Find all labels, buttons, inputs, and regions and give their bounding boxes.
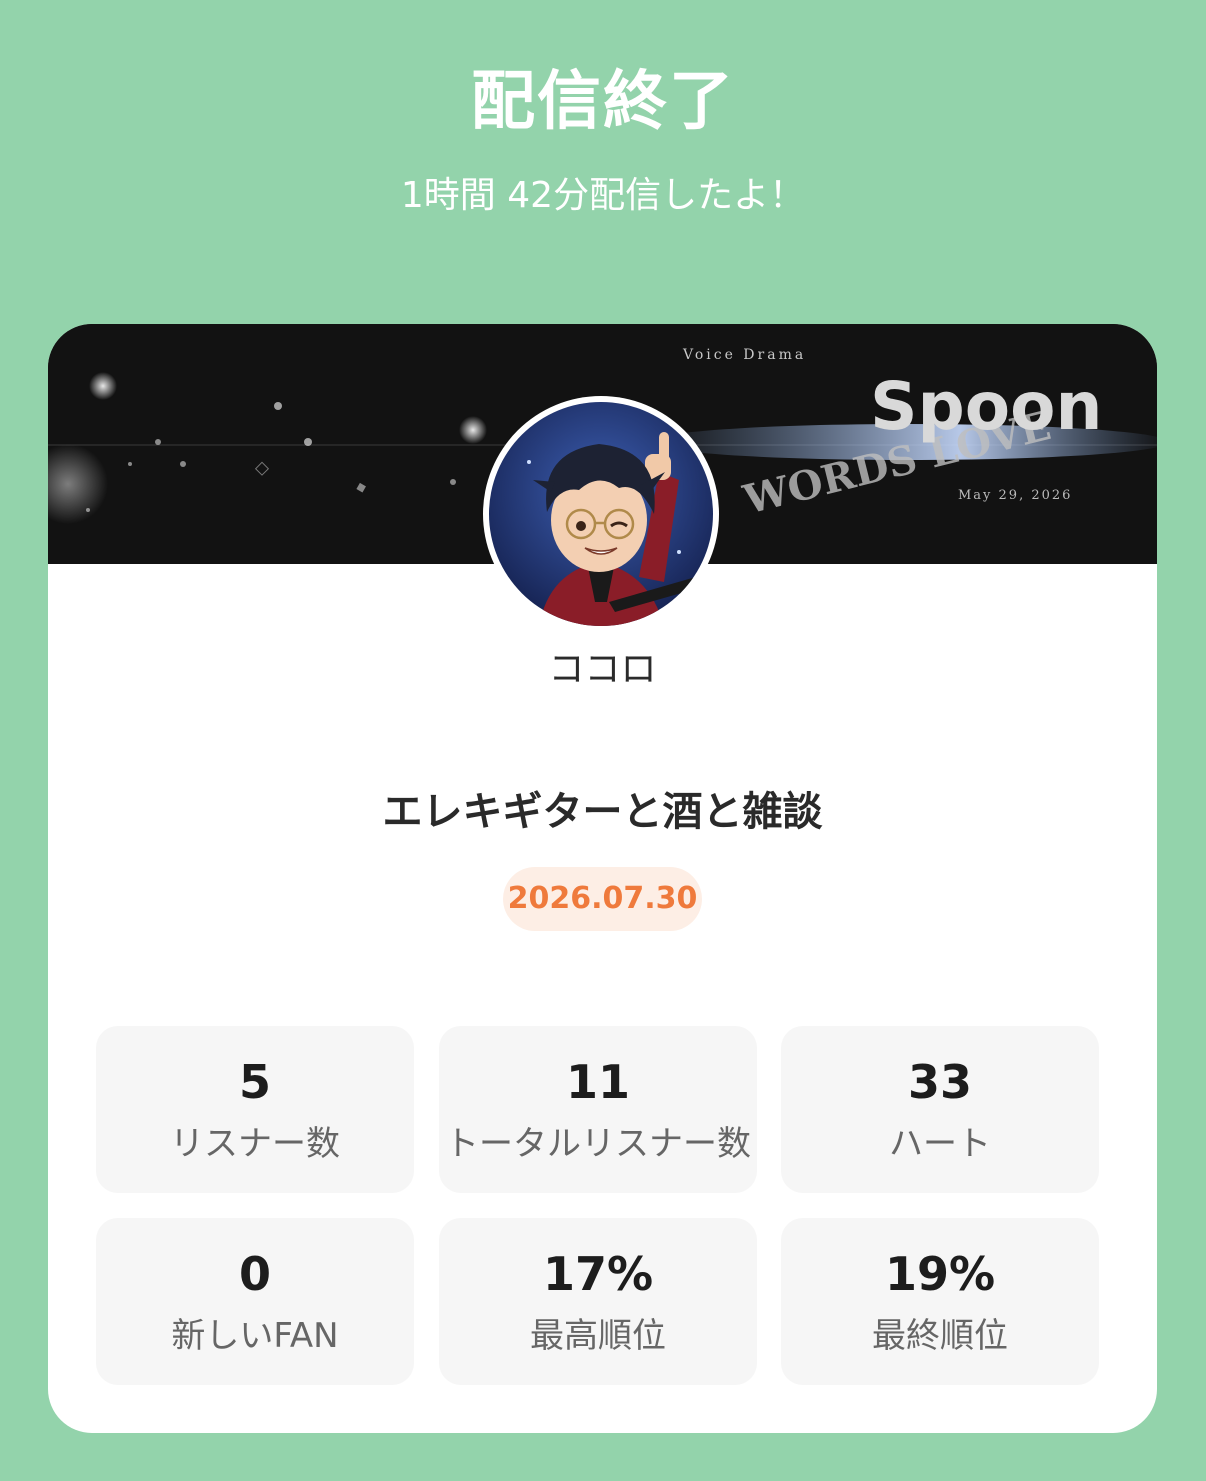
stat-value: 0 xyxy=(238,1247,271,1301)
banner-brand: Spoon xyxy=(870,368,1102,445)
stat-label: 新しいFAN xyxy=(171,1316,339,1356)
banner-date: May 29, 2026 xyxy=(958,488,1072,503)
stat-value: 5 xyxy=(238,1055,271,1109)
stat-label: 最高順位 xyxy=(530,1316,666,1356)
avatar-image xyxy=(489,402,713,626)
broadcast-duration: 1時間 42分配信したよ！ xyxy=(400,175,806,216)
avatar[interactable] xyxy=(483,396,719,632)
stat-card-final-rank: 19% 最終順位 xyxy=(781,1218,1099,1385)
stat-card-new-fans: 0 新しいFAN xyxy=(96,1218,414,1385)
stat-value: 33 xyxy=(907,1055,972,1109)
stat-value: 11 xyxy=(565,1055,630,1109)
stat-card-listeners: 5 リスナー数 xyxy=(96,1026,414,1193)
summary-card: Voice Drama WORDS LOVE Spoon May 29, 202… xyxy=(48,324,1157,1433)
broadcast-title: エレキギターと酒と雑談 xyxy=(382,789,823,835)
stat-label: ハート xyxy=(889,1124,991,1164)
stat-label: 最終順位 xyxy=(872,1316,1008,1356)
broadcast-date-badge: 2026.07.30 xyxy=(503,867,702,931)
stat-card-best-rank: 17% 最高順位 xyxy=(439,1218,757,1385)
stat-label: リスナー数 xyxy=(170,1124,340,1164)
stat-value: 19% xyxy=(884,1247,996,1301)
banner-caption: Voice Drama xyxy=(682,347,806,363)
profile-name: ココロ xyxy=(548,649,657,690)
stat-card-total-listeners: 11 トータルリスナー数 xyxy=(439,1026,757,1193)
stat-card-hearts: 33 ハート xyxy=(781,1026,1099,1193)
page-title: 配信終了 xyxy=(471,65,735,139)
stat-value: 17% xyxy=(542,1247,654,1301)
stat-label: トータルリスナー数 xyxy=(445,1124,751,1164)
